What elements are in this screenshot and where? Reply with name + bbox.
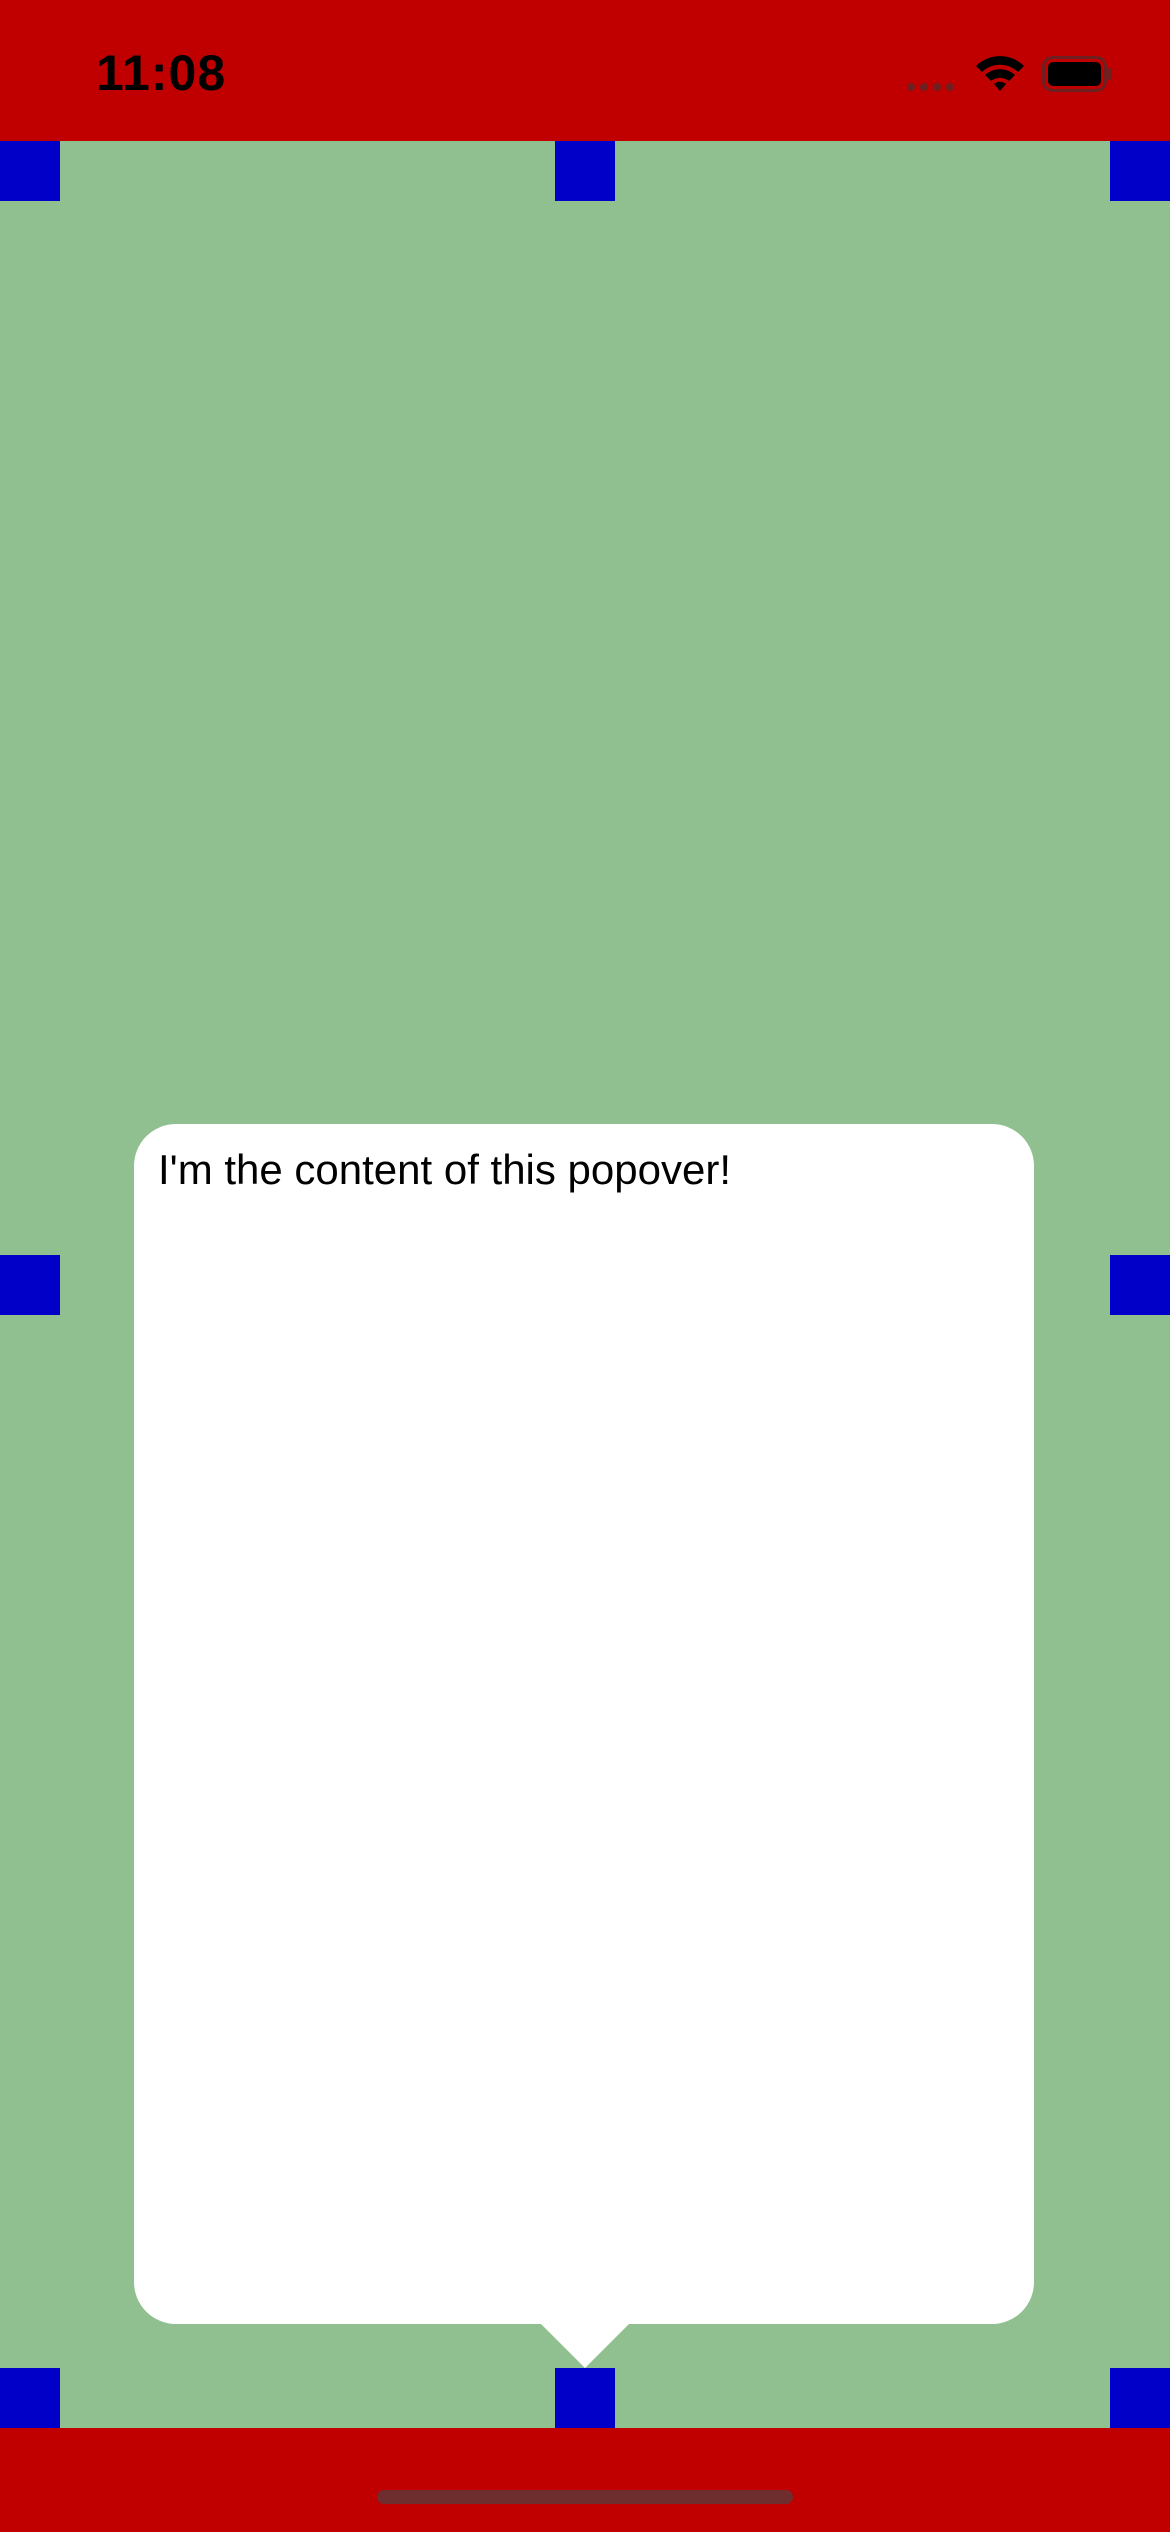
status-time: 11:08	[96, 45, 227, 101]
popover-arrow	[539, 2322, 631, 2368]
anchor-marker-middle-right	[1110, 1255, 1170, 1315]
home-indicator[interactable]	[377, 2490, 793, 2504]
popover-content-text: I'm the content of this popover!	[158, 1146, 732, 1193]
anchor-marker-bottom-center[interactable]	[555, 2368, 615, 2428]
anchor-marker-middle-left	[0, 1255, 60, 1315]
status-bar: 11:08	[0, 0, 1170, 141]
popover[interactable]: I'm the content of this popover!	[134, 1124, 1034, 2324]
anchor-marker-top-center	[555, 141, 615, 201]
cellular-signal-icon	[907, 83, 954, 91]
anchor-marker-top-left	[0, 141, 60, 201]
bottom-bar	[0, 2428, 1170, 2532]
anchor-marker-bottom-left	[0, 2368, 60, 2428]
app-screen: 11:08 I'm the content of this popover!	[0, 0, 1170, 2532]
anchor-marker-top-right	[1110, 141, 1170, 201]
battery-icon	[1042, 56, 1112, 92]
wifi-icon	[976, 56, 1024, 91]
anchor-marker-bottom-right	[1110, 2368, 1170, 2428]
